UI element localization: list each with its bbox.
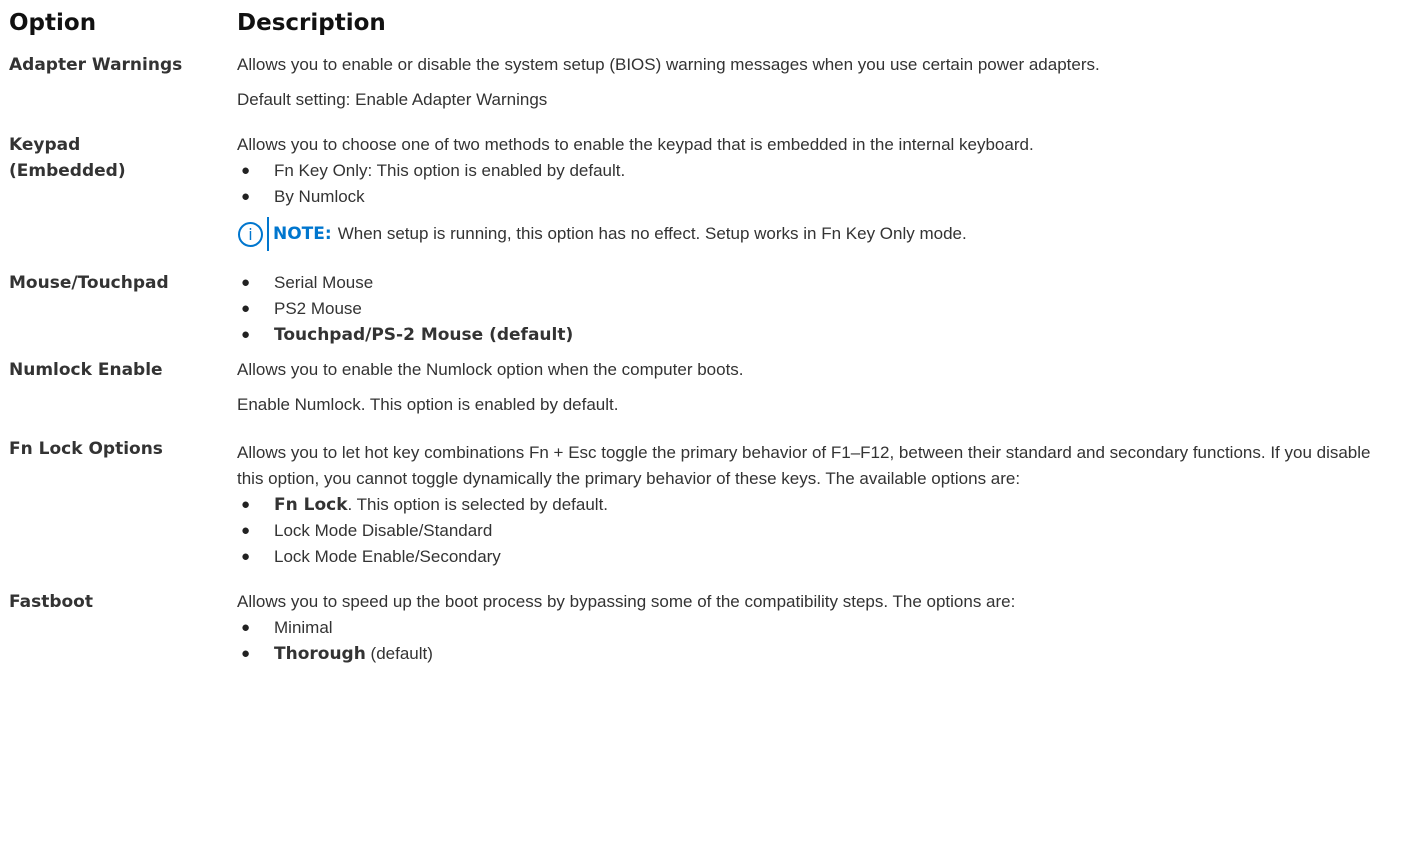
bullet-icon: ● bbox=[241, 522, 251, 539]
list-item: ● Lock Mode Enable/Secondary bbox=[237, 544, 1392, 570]
option-name-line2: (Embedded) bbox=[9, 161, 126, 181]
option-name: Fn Lock Options bbox=[9, 439, 163, 459]
option-list: ● Fn Lock. This option is selected by de… bbox=[237, 492, 1392, 570]
list-item: ● Fn Key Only: This option is enabled by… bbox=[237, 158, 1392, 184]
option-list: ● Minimal ● Thorough (default) bbox=[237, 615, 1392, 667]
list-item-text: . This option is selected by default. bbox=[347, 495, 609, 514]
option-name: Fastboot bbox=[9, 592, 93, 612]
default-setting-text: Enable Numlock. This option is enabled b… bbox=[237, 395, 619, 414]
list-item-text: Serial Mouse bbox=[274, 273, 374, 292]
option-description: Allows you to let hot key combinations F… bbox=[237, 436, 1402, 570]
option-description: Allows you to enable or disable the syst… bbox=[237, 52, 1402, 113]
row-keypad-embedded: Keypad (Embedded) Allows you to choose o… bbox=[0, 132, 1402, 251]
row-numlock-enable: Numlock Enable Allows you to enable the … bbox=[0, 357, 1402, 418]
list-item-text: Minimal bbox=[274, 618, 333, 637]
option-list: ● Fn Key Only: This option is enabled by… bbox=[237, 158, 1392, 210]
note-divider bbox=[267, 217, 269, 251]
row-adapter-warnings: Adapter Warnings Allows you to enable or… bbox=[0, 52, 1402, 113]
bullet-icon: ● bbox=[241, 188, 251, 205]
list-item: ● PS2 Mouse bbox=[237, 296, 1392, 322]
bullet-icon: ● bbox=[241, 274, 251, 291]
list-item: ● By Numlock bbox=[237, 184, 1392, 210]
bullet-icon: ● bbox=[241, 619, 251, 636]
list-item: ● Serial Mouse bbox=[237, 270, 1392, 296]
description-text: Allows you to enable the Numlock option … bbox=[237, 360, 744, 379]
note-box: i NOTE: When setup is running, this opti… bbox=[237, 217, 1392, 251]
bullet-icon: ● bbox=[241, 496, 251, 513]
description-text: Allows you to speed up the boot process … bbox=[237, 592, 1016, 611]
list-item-text: (default) bbox=[365, 644, 433, 663]
list-item-text-default: Touchpad/PS-2 Mouse (default) bbox=[274, 325, 574, 345]
list-item-text-bold: Thorough bbox=[274, 644, 366, 664]
row-fn-lock-options: Fn Lock Options Allows you to let hot ke… bbox=[0, 436, 1402, 570]
option-description: Allows you to speed up the boot process … bbox=[237, 589, 1402, 667]
option-name: Mouse/Touchpad bbox=[9, 273, 169, 293]
bullet-icon: ● bbox=[241, 326, 251, 343]
option-description: ● Serial Mouse ● PS2 Mouse ● Touchpad/PS… bbox=[237, 270, 1402, 348]
options-table: Option Description Adapter Warnings Allo… bbox=[0, 0, 1402, 667]
info-icon: i bbox=[238, 221, 263, 247]
option-name: Adapter Warnings bbox=[9, 55, 183, 75]
description-text: Allows you to choose one of two methods … bbox=[237, 135, 1034, 154]
bullet-icon: ● bbox=[241, 162, 251, 179]
bullet-icon: ● bbox=[241, 548, 251, 565]
list-item-text: PS2 Mouse bbox=[274, 299, 362, 318]
header-option: Option bbox=[9, 10, 97, 36]
list-item-text: By Numlock bbox=[274, 187, 365, 206]
description-text: Allows you to let hot key combinations F… bbox=[237, 443, 1371, 488]
table-header: Option Description bbox=[0, 0, 1402, 43]
note-text: When setup is running, this option has n… bbox=[337, 224, 967, 243]
list-item-text: Fn Key Only: This option is enabled by d… bbox=[274, 161, 626, 180]
row-fastboot: Fastboot Allows you to speed up the boot… bbox=[0, 589, 1402, 667]
header-description: Description bbox=[237, 10, 386, 36]
note-label: NOTE: bbox=[273, 224, 332, 244]
option-list: ● Serial Mouse ● PS2 Mouse ● Touchpad/PS… bbox=[237, 270, 1392, 348]
option-description: Allows you to choose one of two methods … bbox=[237, 132, 1402, 251]
bullet-icon: ● bbox=[241, 300, 251, 317]
list-item: ● Minimal bbox=[237, 615, 1392, 641]
list-item-text: Lock Mode Disable/Standard bbox=[274, 521, 493, 540]
row-mouse-touchpad: Mouse/Touchpad ● Serial Mouse ● PS2 Mous… bbox=[0, 270, 1402, 348]
list-item-text: Lock Mode Enable/Secondary bbox=[274, 547, 501, 566]
list-item-text-bold: Fn Lock bbox=[274, 495, 348, 515]
list-item: ● Thorough (default) bbox=[237, 641, 1392, 667]
list-item: ● Touchpad/PS-2 Mouse (default) bbox=[237, 322, 1392, 348]
option-description: Allows you to enable the Numlock option … bbox=[237, 357, 1402, 418]
description-text: Allows you to enable or disable the syst… bbox=[237, 55, 1100, 74]
list-item: ● Lock Mode Disable/Standard bbox=[237, 518, 1392, 544]
option-name: Keypad (Embedded) bbox=[0, 132, 237, 250]
option-name-line1: Keypad bbox=[9, 135, 81, 155]
default-setting-text: Default setting: Enable Adapter Warnings bbox=[237, 90, 548, 109]
bullet-icon: ● bbox=[241, 645, 251, 662]
option-name: Numlock Enable bbox=[9, 360, 163, 380]
list-item: ● Fn Lock. This option is selected by de… bbox=[237, 492, 1392, 518]
